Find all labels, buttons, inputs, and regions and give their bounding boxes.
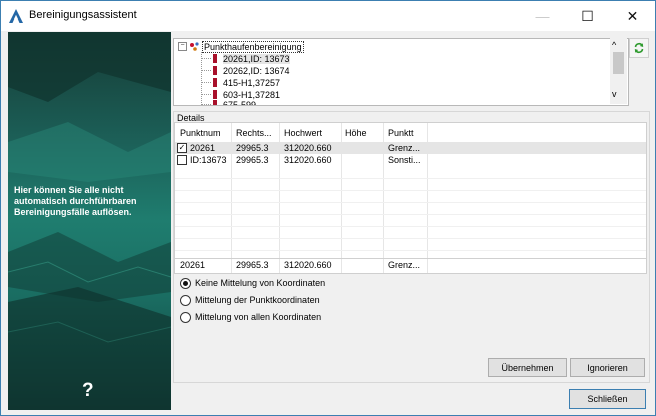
table-header: Punktnum Rechts... Hochwert Höhe Punktt xyxy=(175,123,646,141)
wizard-window: Bereinigungsassistent — ☐ ✕ Hier können … xyxy=(0,0,656,416)
point-cluster-icon xyxy=(190,41,199,51)
summary-cell: 20261 xyxy=(180,260,206,270)
collapse-icon[interactable]: − xyxy=(178,42,187,51)
maximize-button[interactable]: ☐ xyxy=(565,1,610,31)
summary-cell: 29965.3 xyxy=(236,260,269,270)
bookmark-icon xyxy=(213,78,217,87)
tree-item-label: 20261,ID: 13673 xyxy=(223,53,290,64)
ignore-button[interactable]: Ignorieren xyxy=(570,358,645,377)
radio-icon[interactable] xyxy=(180,294,191,306)
summary-cell: Grenz... xyxy=(388,260,421,270)
sidebar-panel: Hier können Sie alle nicht automatisch d… xyxy=(8,32,171,410)
column-header[interactable]: Rechts... xyxy=(236,128,272,138)
bookmark-icon xyxy=(213,54,217,63)
table-row[interactable]: ✓ 20261 29965.3 312020.660 Grenz... xyxy=(175,142,646,154)
refresh-icon xyxy=(634,42,644,54)
refresh-button[interactable] xyxy=(629,38,649,58)
tree-scrollbar[interactable]: ^ v xyxy=(610,38,627,104)
sidebar-info-text: Hier können Sie alle nicht automatisch d… xyxy=(14,185,137,217)
close-button[interactable]: Schließen xyxy=(569,389,646,409)
tree-item[interactable]: 675-599 xyxy=(201,99,257,106)
details-table[interactable]: Punktnum Rechts... Hochwert Höhe Punktt … xyxy=(174,122,647,274)
title-bar: Bereinigungsassistent — ☐ ✕ xyxy=(1,1,655,31)
tree-item-label: 415-H1,37257 xyxy=(223,77,281,88)
window-title: Bereinigungsassistent xyxy=(29,9,137,21)
scroll-up-icon[interactable]: ^ xyxy=(612,40,616,50)
column-header[interactable]: Punktnum xyxy=(180,128,221,138)
minimize-button[interactable]: — xyxy=(520,1,565,31)
radio-icon[interactable] xyxy=(180,311,191,323)
radio-label: Mittelung von allen Koordinaten xyxy=(195,312,322,322)
bookmark-icon xyxy=(213,100,217,105)
table-cell: ID:13673 xyxy=(190,155,227,165)
tree-root-label: Punkthaufenbereinigung xyxy=(202,40,304,53)
table-cell: 29965.3 xyxy=(236,155,269,165)
table-cell: 312020.660 xyxy=(284,155,332,165)
column-header[interactable]: Höhe xyxy=(345,128,367,138)
table-cell: Sonsti... xyxy=(388,155,421,165)
apply-button[interactable]: Übernehmen xyxy=(488,358,567,377)
tree-item[interactable]: 20262,ID: 13674 xyxy=(201,65,290,76)
bookmark-icon xyxy=(213,66,217,75)
table-cell: Grenz... xyxy=(388,143,421,153)
radio-all-averaging[interactable]: Mittelung von allen Koordinaten xyxy=(180,311,321,323)
scroll-thumb[interactable] xyxy=(613,52,624,74)
radio-label: Mittelung der Punktkoordinaten xyxy=(195,295,320,305)
tree-item[interactable]: 415-H1,37257 xyxy=(201,77,280,88)
tree-item[interactable]: 20261,ID: 13673 xyxy=(201,53,290,64)
sidebar-background-graphic xyxy=(8,32,171,410)
table-cell: 29965.3 xyxy=(236,143,269,153)
close-window-button[interactable]: ✕ xyxy=(610,1,655,31)
table-cell: 312020.660 xyxy=(284,143,332,153)
radio-no-averaging[interactable]: Keine Mittelung von Koordinaten xyxy=(180,277,325,289)
radio-label: Keine Mittelung von Koordinaten xyxy=(195,278,326,288)
row-checkbox[interactable]: ✓ xyxy=(177,143,187,153)
bookmark-icon xyxy=(213,90,217,99)
summary-cell: 312020.660 xyxy=(284,260,332,270)
column-header[interactable]: Hochwert xyxy=(284,128,322,138)
point-tree[interactable]: − Punkthaufenbereinigung 20261,ID: 13673… xyxy=(173,38,629,106)
tree-item-label: 603-H1,37281 xyxy=(223,89,281,100)
radio-selected-icon[interactable] xyxy=(180,277,191,289)
summary-row: 20261 29965.3 312020.660 Grenz... xyxy=(175,258,646,273)
tree-item-label: 20262,ID: 13674 xyxy=(223,65,290,76)
table-cell: 20261 xyxy=(190,143,216,153)
column-header[interactable]: Punktt xyxy=(388,128,414,138)
app-logo-icon xyxy=(9,9,23,23)
tree-root[interactable]: − Punkthaufenbereinigung xyxy=(178,40,304,53)
table-row[interactable]: ID:13673 29965.3 312020.660 Sonsti... xyxy=(175,154,646,166)
tree-item-label: 675-599 xyxy=(223,99,257,106)
help-button[interactable]: ? xyxy=(82,380,94,402)
scroll-down-icon[interactable]: v xyxy=(612,89,617,99)
radio-point-averaging[interactable]: Mittelung der Punktkoordinaten xyxy=(180,294,320,306)
row-checkbox[interactable] xyxy=(177,155,187,165)
